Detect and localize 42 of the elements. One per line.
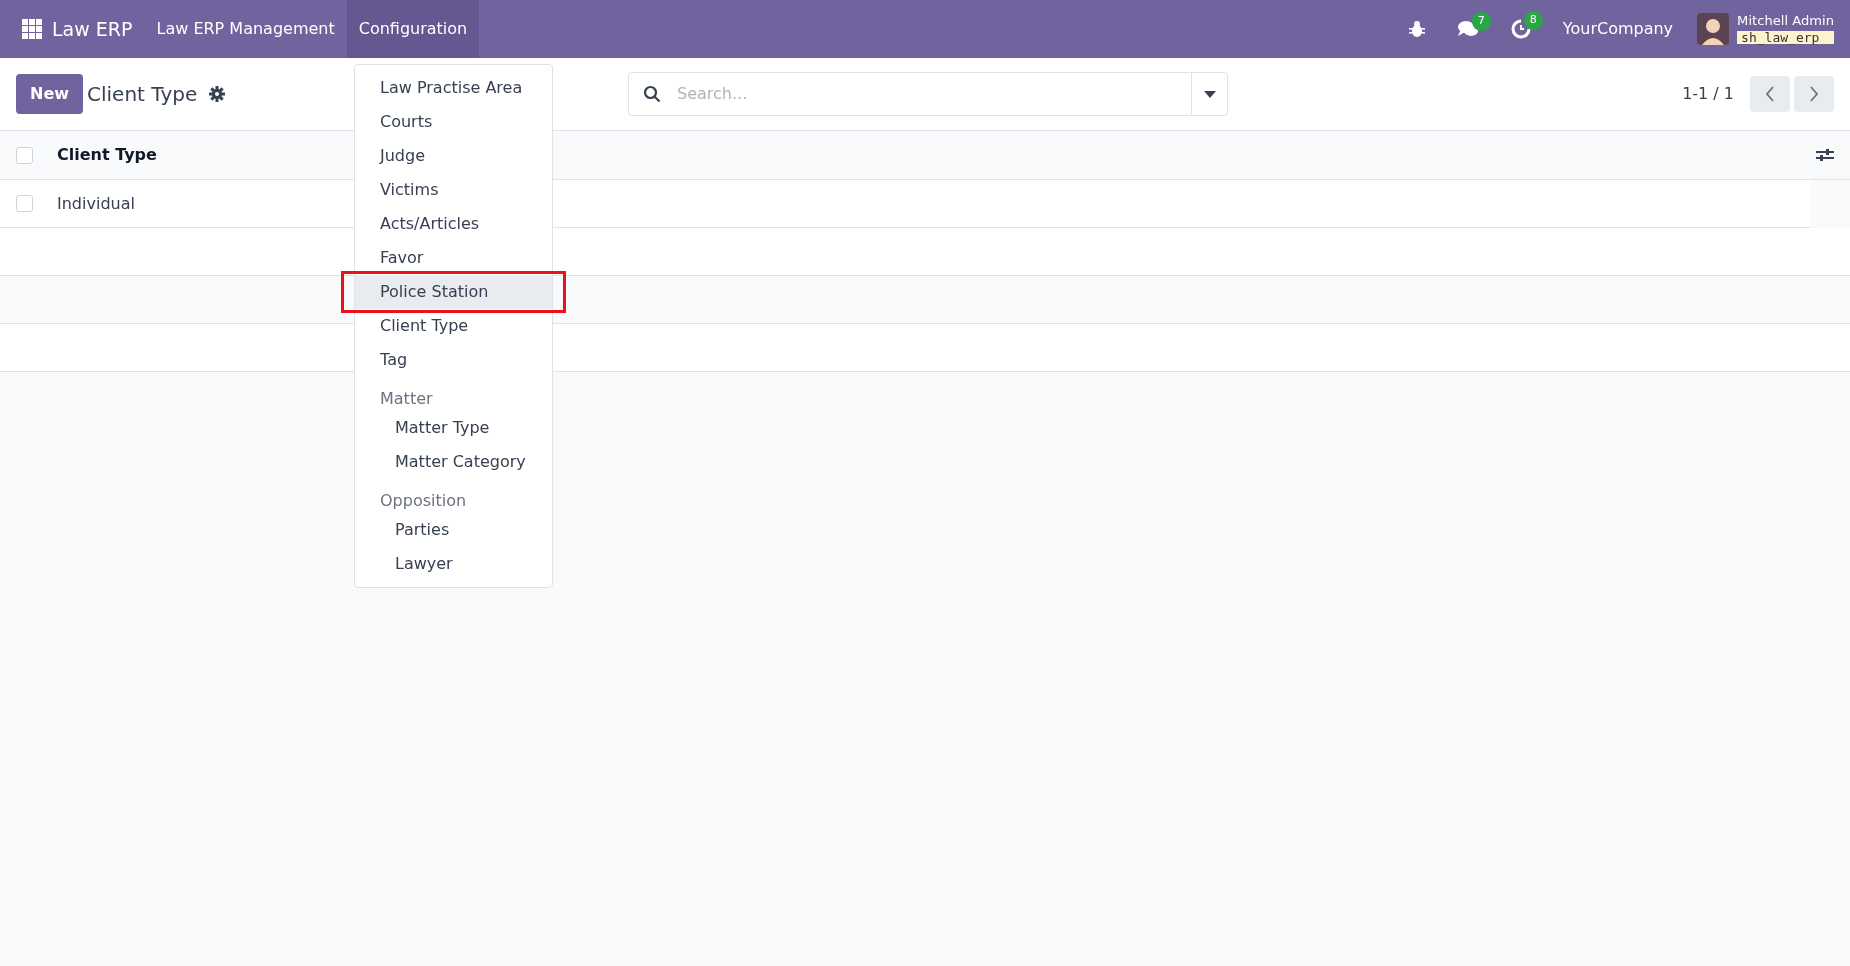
company-name[interactable]: YourCompany [1562, 17, 1674, 41]
select-all-checkbox[interactable] [16, 146, 33, 164]
menu-tab[interactable]: Configuration [346, 0, 480, 58]
menu-item[interactable]: Law Practise Area [355, 71, 552, 105]
user-name[interactable]: Mitchell Admin [1737, 13, 1834, 28]
menu-section-header: Matter [379, 388, 434, 410]
message-count: 7 [1471, 12, 1491, 31]
clock-icon[interactable] [1510, 19, 1531, 39]
activity-count: 8 [1523, 11, 1543, 30]
menu-item[interactable]: Matter Type [355, 411, 552, 445]
menu-section-header: Opposition [379, 490, 468, 512]
caret-icon[interactable] [1203, 90, 1216, 98]
page-title: Client Type [87, 81, 198, 108]
database-name: sh_law_erp [1737, 31, 1834, 45]
avatar-icon[interactable] [1697, 13, 1730, 45]
menu-item[interactable]: Favor [355, 241, 552, 275]
menu-item[interactable]: Lawyer [355, 547, 552, 581]
menu-item[interactable]: Acts/Articles [355, 207, 552, 241]
pager-value: 1-1 / 1 [1682, 83, 1734, 105]
menu-item[interactable]: Matter Category [355, 445, 552, 479]
optional-columns-icon[interactable] [1816, 147, 1834, 163]
menu-item[interactable]: Parties [355, 513, 552, 547]
apps-menu-icon[interactable] [22, 19, 42, 39]
bug-icon[interactable] [1408, 20, 1425, 38]
search-icon [643, 85, 661, 103]
menu-item[interactable]: Judge [355, 139, 552, 173]
menu-item[interactable]: Courts [355, 105, 552, 139]
menu-item[interactable]: Client Type [355, 309, 552, 343]
chevron-right-icon [1809, 86, 1819, 103]
search-field[interactable]: Search... [628, 72, 1228, 116]
menu-item[interactable]: Police Station [355, 275, 552, 309]
menu-item[interactable]: Tag [355, 343, 552, 377]
table-cell-text: Individual [57, 192, 135, 215]
menu-tab[interactable]: Law ERP Management [144, 0, 347, 58]
row-checkbox[interactable] [16, 195, 33, 212]
new-button[interactable]: New [16, 74, 84, 114]
settings-icon[interactable] [209, 86, 226, 102]
chevron-left-icon [1765, 86, 1775, 103]
column-header[interactable]: Client Type [57, 143, 157, 167]
app-name[interactable]: Law ERP [42, 14, 145, 44]
search-input[interactable]: Search... [675, 81, 1191, 107]
menu-item[interactable]: Victims [355, 173, 552, 207]
